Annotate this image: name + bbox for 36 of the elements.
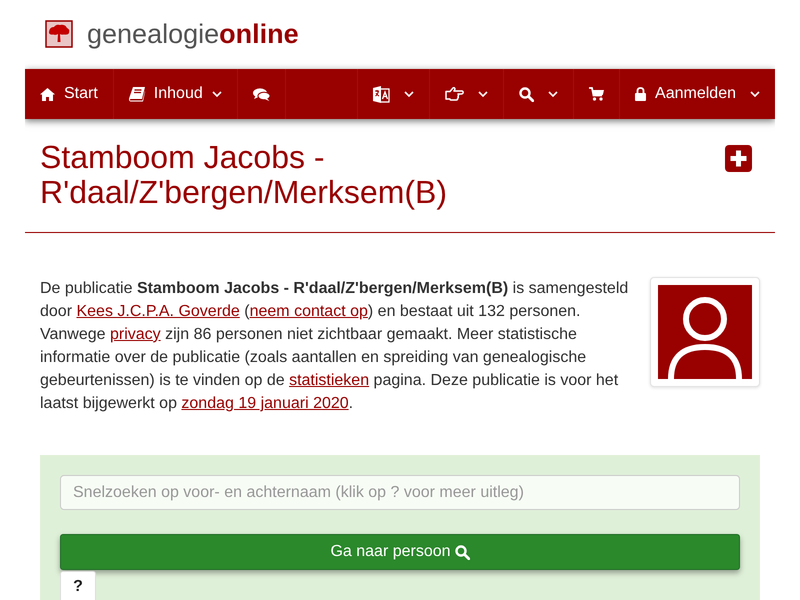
text-link[interactable]: statistieken [289, 372, 370, 389]
chevron-down-icon [404, 91, 414, 97]
plus-icon[interactable] [725, 145, 752, 172]
text-link[interactable]: neem contact op [250, 303, 368, 320]
chevron-down-icon [478, 91, 488, 97]
chevron-down-icon [212, 91, 222, 97]
nav-icon-button[interactable] [357, 69, 430, 119]
nav-menu-item[interactable]: Aanmelden [619, 69, 775, 119]
nav-menu-item[interactable]: Start [25, 69, 114, 119]
site-logo-text[interactable]: genealogieonline [87, 20, 299, 48]
cart-icon [589, 87, 604, 101]
translate-icon [373, 86, 390, 102]
text-link[interactable]: Kees J.C.P.A. Goverde [76, 303, 240, 320]
lock-icon [635, 87, 646, 101]
search-icon [454, 544, 470, 560]
chevron-down-icon [548, 91, 558, 97]
user-silhouette-icon [658, 285, 752, 379]
nav-menu-item[interactable]: Inhoud [114, 69, 238, 119]
home-icon [40, 88, 55, 100]
text-link[interactable]: privacy [110, 326, 161, 343]
tree-logo-icon[interactable] [45, 20, 73, 48]
pointing-hand-icon [445, 87, 464, 101]
intro-paragraph: De publicatie Stamboom Jacobs - R'daal/Z'bergen/Merksem(B) is samengesteld door Kees J.C.P.A. Goverde (neem contact op) en bestaat uit 132 personen. Vanwege privacy zijn 86 personen niet zichtbaar gemaakt. Meer statistische informatie over de publicatie (zoals aantallen en spreiding van genealogische gebeurtenissen) is te vinden op de statistieken pagina. Deze publicatie is voor het laatst bijgewerkt op zondag 19 januari 2020. [40, 279, 630, 414]
page-title: Stamboom Jacobs - R'daal/Z'bergen/Merksem(B) [40, 140, 448, 210]
search-field[interactable]: Snelzoeken op voor- en achternaam (klik op ? voor meer uitleg) [60, 475, 740, 510]
nav-icon-button[interactable] [238, 69, 286, 119]
help-button[interactable]: ? [60, 571, 96, 600]
nav-icon-button[interactable] [573, 69, 620, 119]
chevron-down-icon [750, 91, 760, 97]
nav-icon-button[interactable] [429, 69, 504, 119]
search-icon [519, 86, 534, 102]
book-icon [128, 86, 145, 102]
text-link[interactable]: zondag 19 januari 2020 [181, 395, 349, 412]
go-to-person-button[interactable]: Ga naar persoon [60, 534, 740, 570]
nav-icon-button[interactable] [503, 69, 574, 119]
speech-bubbles-icon [252, 88, 270, 100]
